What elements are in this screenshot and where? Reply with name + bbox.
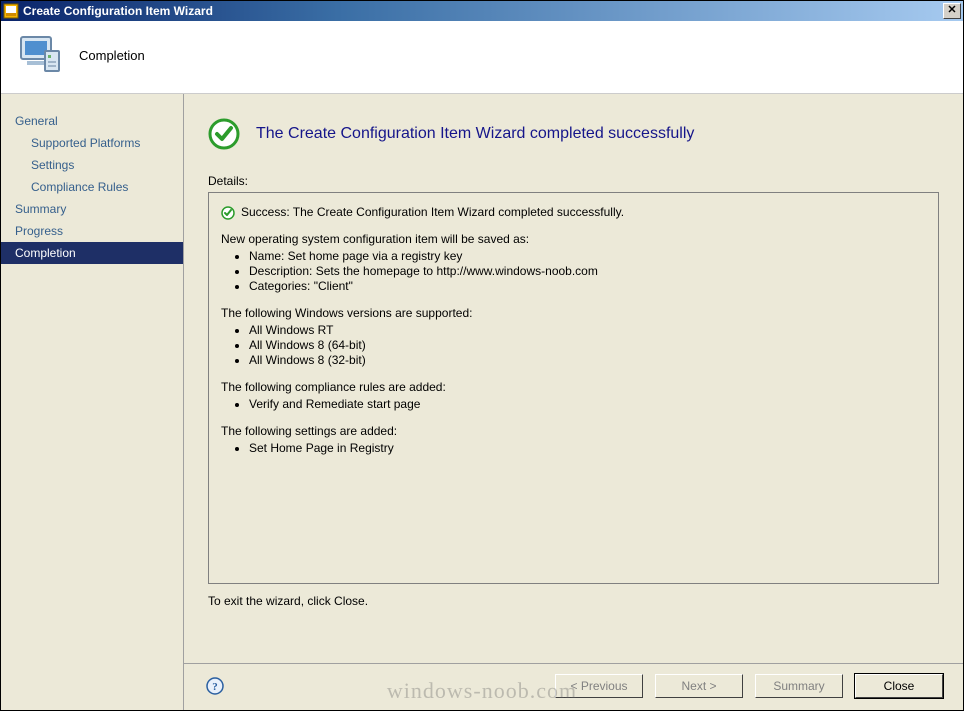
list-item: Name: Set home page via a registry key	[249, 249, 926, 264]
main-panel: The Create Configuration Item Wizard com…	[184, 94, 963, 710]
sidebar-item-compliance-rules[interactable]: Compliance Rules	[1, 176, 183, 198]
sidebar-item-supported-platforms[interactable]: Supported Platforms	[1, 132, 183, 154]
versions-list: All Windows RT All Windows 8 (64-bit) Al…	[221, 323, 926, 368]
status-line: Success: The Create Configuration Item W…	[221, 205, 926, 220]
sidebar-item-progress[interactable]: Progress	[1, 220, 183, 242]
list-item: Description: Sets the homepage to http:/…	[249, 264, 926, 279]
title-text: Create Configuration Item Wizard	[23, 4, 943, 18]
sidebar-item-completion[interactable]: Completion	[1, 242, 183, 264]
header-stage: Completion	[79, 48, 145, 63]
button-bar: ? < Previous Next > Summary Close	[184, 663, 963, 710]
rules-intro: The following compliance rules are added…	[221, 380, 926, 395]
details-box[interactable]: Success: The Create Configuration Item W…	[208, 192, 939, 584]
list-item: All Windows 8 (64-bit)	[249, 338, 926, 353]
success-heading: The Create Configuration Item Wizard com…	[208, 118, 939, 150]
summary-button: Summary	[755, 674, 843, 698]
list-item: Categories: "Client"	[249, 279, 926, 294]
header: Completion	[1, 21, 963, 94]
status-text: Success: The Create Configuration Item W…	[241, 205, 624, 220]
next-button: Next >	[655, 674, 743, 698]
save-intro: New operating system configuration item …	[221, 232, 926, 247]
list-item: All Windows RT	[249, 323, 926, 338]
list-item: All Windows 8 (32-bit)	[249, 353, 926, 368]
body: General Supported Platforms Settings Com…	[1, 94, 963, 710]
titlebar: Create Configuration Item Wizard ✕	[1, 1, 963, 21]
exit-text: To exit the wizard, click Close.	[208, 594, 939, 608]
success-check-icon	[208, 118, 240, 150]
sidebar-item-settings[interactable]: Settings	[1, 154, 183, 176]
save-list: Name: Set home page via a registry key D…	[221, 249, 926, 294]
close-button[interactable]: Close	[855, 674, 943, 698]
list-item: Set Home Page in Registry	[249, 441, 926, 456]
help-icon[interactable]: ?	[206, 677, 224, 695]
versions-intro: The following Windows versions are suppo…	[221, 306, 926, 321]
sidebar-item-summary[interactable]: Summary	[1, 198, 183, 220]
settings-intro: The following settings are added:	[221, 424, 926, 439]
monitor-icon	[15, 31, 63, 79]
heading-text: The Create Configuration Item Wizard com…	[256, 125, 694, 143]
list-item: Verify and Remediate start page	[249, 397, 926, 412]
details-label: Details:	[208, 174, 939, 188]
previous-button: < Previous	[555, 674, 643, 698]
app-icon	[3, 3, 19, 19]
settings-list: Set Home Page in Registry	[221, 441, 926, 456]
sidebar-item-general[interactable]: General	[1, 110, 183, 132]
rules-list: Verify and Remediate start page	[221, 397, 926, 412]
status-check-icon	[221, 206, 235, 220]
sidebar: General Supported Platforms Settings Com…	[1, 94, 184, 710]
wizard-window: Create Configuration Item Wizard ✕ Compl…	[0, 0, 964, 711]
svg-text:?: ?	[212, 681, 218, 693]
close-icon[interactable]: ✕	[943, 3, 961, 19]
